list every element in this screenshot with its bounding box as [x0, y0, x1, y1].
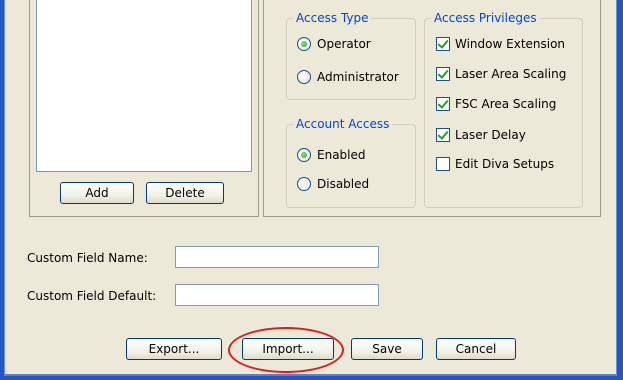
radio-operator[interactable]: Operator	[297, 37, 371, 51]
custom-field-default-input[interactable]	[175, 284, 379, 306]
user-list-panel: Add Delete	[29, 0, 259, 217]
custom-field-name-input[interactable]	[175, 246, 379, 268]
checkbox-fsc-area-scaling[interactable]: FSC Area Scaling	[436, 97, 556, 111]
radio-operator-label: Operator	[317, 37, 371, 51]
access-type-group: Access Type Operator Administrator	[286, 11, 416, 100]
export-button[interactable]: Export...	[126, 338, 222, 360]
custom-field-default-label: Custom Field Default:	[27, 289, 157, 303]
delete-button[interactable]: Delete	[146, 182, 224, 204]
custom-field-name-label: Custom Field Name:	[27, 251, 148, 265]
access-privileges-title: Access Privileges	[431, 11, 540, 25]
user-settings-dialog: Add Delete Access Type Operator Administ…	[4, 0, 617, 376]
dialog-bottom-border	[5, 374, 616, 376]
cancel-button[interactable]: Cancel	[436, 338, 516, 360]
radio-button-icon[interactable]	[297, 70, 311, 84]
window-frame: Add Delete Access Type Operator Administ…	[0, 0, 623, 380]
checkbox-icon[interactable]	[436, 37, 450, 51]
radio-administrator[interactable]: Administrator	[297, 70, 399, 84]
checkbox-laser-area-scaling-label: Laser Area Scaling	[455, 67, 567, 81]
checkbox-fsc-area-scaling-label: FSC Area Scaling	[455, 97, 557, 111]
radio-disabled-label: Disabled	[317, 177, 370, 191]
permissions-panel: Access Type Operator Administrator Accou…	[263, 0, 601, 217]
radio-button-icon[interactable]	[297, 148, 311, 162]
checkbox-laser-area-scaling[interactable]: Laser Area Scaling	[436, 67, 566, 81]
checkbox-icon[interactable]	[436, 97, 450, 111]
radio-enabled[interactable]: Enabled	[297, 148, 366, 162]
account-access-group: Account Access Enabled Disabled	[286, 117, 416, 208]
checkbox-edit-diva-setups[interactable]: Edit Diva Setups	[436, 157, 554, 171]
user-listbox[interactable]	[36, 0, 252, 172]
add-button[interactable]: Add	[60, 182, 134, 204]
radio-button-icon[interactable]	[297, 37, 311, 51]
checkbox-icon[interactable]	[436, 67, 450, 81]
checkbox-icon[interactable]	[436, 157, 450, 171]
checkbox-laser-delay[interactable]: Laser Delay	[436, 128, 526, 142]
checkbox-window-extension[interactable]: Window Extension	[436, 37, 565, 51]
save-button[interactable]: Save	[351, 338, 423, 360]
account-access-title: Account Access	[293, 117, 393, 131]
checkbox-edit-diva-setups-label: Edit Diva Setups	[455, 157, 555, 171]
radio-disabled[interactable]: Disabled	[297, 177, 369, 191]
access-type-title: Access Type	[293, 11, 372, 25]
access-privileges-group: Access Privileges Window Extension Laser…	[424, 11, 583, 208]
import-highlight-circle	[228, 327, 344, 373]
checkbox-laser-delay-label: Laser Delay	[455, 128, 526, 142]
checkbox-window-extension-label: Window Extension	[455, 37, 566, 51]
radio-administrator-label: Administrator	[317, 70, 399, 84]
checkbox-icon[interactable]	[436, 128, 450, 142]
radio-button-icon[interactable]	[297, 177, 311, 191]
radio-enabled-label: Enabled	[317, 148, 366, 162]
